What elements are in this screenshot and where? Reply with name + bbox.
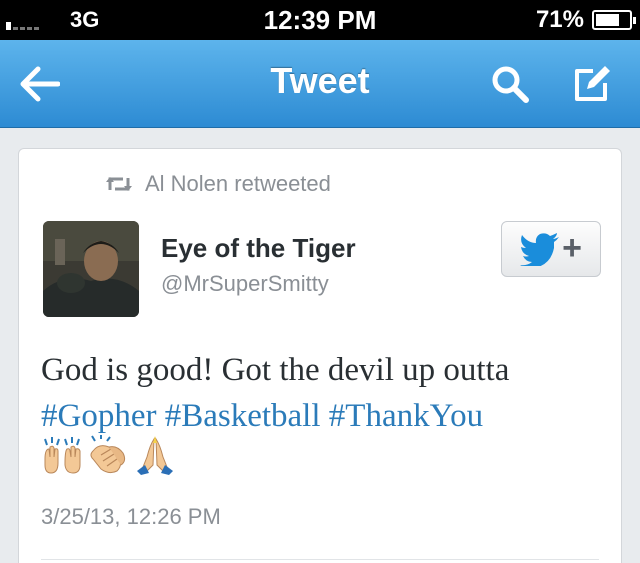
- status-bar: 3G 12:39 PM 71%: [0, 0, 640, 40]
- tweet-hashtags: #Gopher #Basketball #ThankYou: [41, 393, 613, 439]
- battery-percentage: 71%: [535, 6, 584, 33]
- nav-bar: Tweet: [0, 40, 640, 128]
- retweet-attribution[interactable]: Al Nolen retweeted: [105, 171, 331, 197]
- retweet-label: Al Nolen retweeted: [145, 171, 331, 196]
- user-name[interactable]: Eye of the Tiger: [161, 233, 356, 264]
- emoji-row: [41, 435, 177, 475]
- search-icon: [492, 66, 529, 103]
- tweet-card: Al Nolen retweeted Eye of the Tiger @MrS…: [18, 148, 622, 563]
- avatar-photo: [43, 221, 139, 317]
- follow-button[interactable]: +: [501, 221, 601, 277]
- clapping-hands-icon: [90, 435, 126, 474]
- page-title: Tweet: [270, 60, 370, 101]
- hashtag-link[interactable]: #Basketball: [165, 398, 321, 434]
- user-handle[interactable]: @MrSuperSmitty: [161, 271, 329, 297]
- battery-icon: [592, 10, 636, 30]
- raised-hands-icon: [44, 437, 81, 474]
- hashtag-link[interactable]: #Gopher: [41, 398, 156, 434]
- tweet-text-line: God is good! Got the devil up outta: [41, 352, 510, 388]
- follow-bird-plus-icon: [520, 233, 560, 266]
- compose-icon: [575, 66, 610, 101]
- follow-plus: +: [562, 229, 582, 267]
- praying-hands-icon: [137, 436, 173, 475]
- hashtag-link[interactable]: #ThankYou: [329, 398, 483, 434]
- tweet-text: God is good! Got the devil up outta #Gop…: [41, 347, 613, 439]
- tweet-timestamp: 3/25/13, 12:26 PM: [41, 504, 221, 529]
- retweet-icon: [106, 177, 132, 191]
- avatar[interactable]: [43, 221, 139, 317]
- search-button[interactable]: [484, 58, 536, 110]
- divider: [41, 559, 599, 560]
- compose-button[interactable]: [566, 58, 618, 110]
